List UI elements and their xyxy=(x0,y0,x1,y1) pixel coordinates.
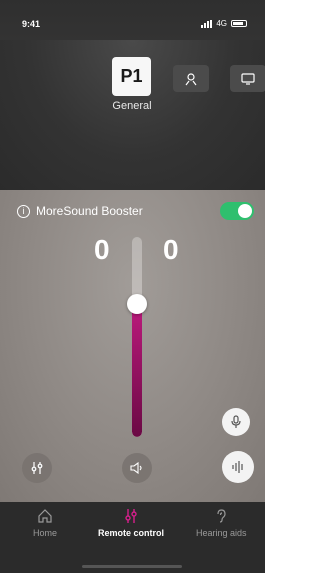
program-area: P1 General xyxy=(0,40,265,190)
signal-icon xyxy=(201,19,213,28)
tab-remote-control[interactable]: Remote control xyxy=(98,508,164,538)
program-tv-button[interactable] xyxy=(230,65,265,92)
feature-toggle[interactable] xyxy=(220,202,254,220)
waveform-button[interactable] xyxy=(222,451,254,483)
waveform-icon xyxy=(232,461,243,473)
tab-bar: Home Remote control Hearing aids xyxy=(0,502,265,573)
feature-header: i MoreSound Booster xyxy=(17,204,143,218)
right-volume-value: 0 xyxy=(163,234,179,265)
remote-control-panel: i MoreSound Booster 0 0 xyxy=(0,190,265,502)
speaker-icon xyxy=(130,462,142,474)
home-indicator xyxy=(82,565,182,568)
toggle-knob xyxy=(238,204,252,218)
left-volume-value: 0 xyxy=(94,234,110,265)
program-person-button[interactable] xyxy=(173,65,209,92)
microphone-button[interactable] xyxy=(222,408,250,436)
tab-label: Home xyxy=(33,528,58,538)
ear-icon xyxy=(217,509,226,523)
sound-button[interactable] xyxy=(122,453,152,483)
tab-hearing-aids[interactable]: Hearing aids xyxy=(196,508,247,538)
program-name: General xyxy=(112,100,152,112)
status-bar: 9:41 4G xyxy=(0,0,265,40)
status-right: 4G xyxy=(201,19,247,28)
sliders-icon xyxy=(31,462,43,474)
tab-label: Remote control xyxy=(98,528,165,538)
program-button[interactable]: P1 xyxy=(112,57,151,96)
battery-icon xyxy=(231,20,247,27)
microphone-icon xyxy=(231,415,241,428)
volume-slider-thumb[interactable] xyxy=(127,294,147,314)
tab-home[interactable]: Home xyxy=(33,508,57,538)
status-time: 9:41 xyxy=(22,19,41,29)
equalizer-button[interactable] xyxy=(22,453,52,483)
volume-slider-fill xyxy=(132,311,142,437)
tv-icon xyxy=(241,72,255,85)
volume-slider-track[interactable] xyxy=(132,237,142,437)
info-icon[interactable]: i xyxy=(17,204,30,218)
tab-label: Hearing aids xyxy=(196,528,247,538)
sliders-icon xyxy=(125,509,137,523)
network-label: 4G xyxy=(216,19,227,28)
feature-title: MoreSound Booster xyxy=(36,204,143,218)
program-label: P1 xyxy=(120,66,143,86)
home-icon xyxy=(38,509,52,523)
app-screen: 9:41 4G P1 General i MoreSound Booster 0… xyxy=(0,0,265,573)
person-icon xyxy=(185,72,197,85)
